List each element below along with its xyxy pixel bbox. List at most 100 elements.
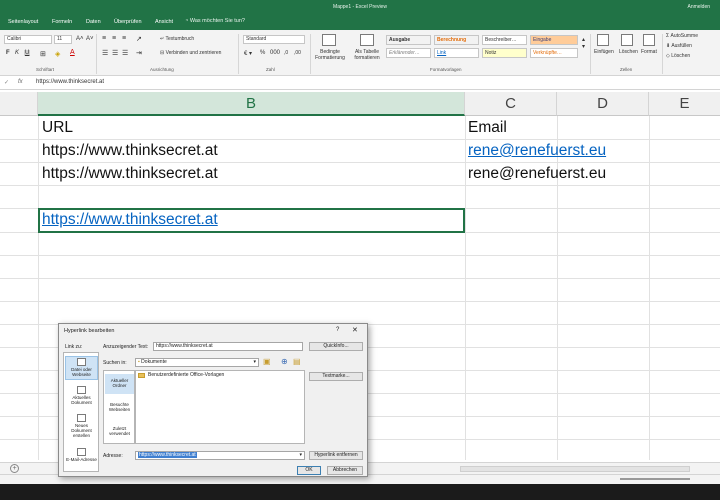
merge-center-button[interactable]: ⊟ Verbinden und zentrieren bbox=[160, 50, 221, 56]
active-cell-selection[interactable] bbox=[38, 208, 465, 233]
style-link[interactable]: Link bbox=[434, 48, 479, 58]
browse-file-icon[interactable]: ▤ bbox=[293, 357, 301, 366]
delete-cells-button[interactable]: Löschen bbox=[619, 49, 638, 55]
cell-b-url[interactable]: https://www.thinksecret.at bbox=[42, 165, 218, 183]
grid-line bbox=[0, 162, 720, 163]
italic-icon[interactable]: K bbox=[15, 50, 19, 56]
underline-icon[interactable]: U bbox=[24, 50, 31, 56]
align-right-icon[interactable]: ☰ bbox=[122, 49, 128, 57]
cell-b-url-header[interactable]: URL bbox=[42, 119, 73, 137]
bold-icon[interactable]: F bbox=[6, 50, 10, 56]
tab-page-layout[interactable]: Seitenlayout bbox=[8, 19, 38, 25]
address-input[interactable]: https://www.thinksecret.at ▾ bbox=[135, 451, 305, 460]
decrease-decimal-icon[interactable]: ,00 bbox=[294, 50, 301, 56]
add-sheet-icon[interactable]: + bbox=[10, 464, 19, 473]
cell-c-email-link[interactable]: rene@renefuerst.eu bbox=[468, 142, 606, 160]
cell-c-email-header[interactable]: Email bbox=[468, 119, 507, 137]
row-header-corner[interactable] bbox=[0, 92, 38, 116]
horizontal-scrollbar[interactable] bbox=[460, 466, 690, 472]
cancel-edit-icon[interactable]: ✓ bbox=[4, 79, 9, 86]
style-berechnung[interactable]: Berechnung bbox=[434, 35, 479, 45]
function-icon[interactable]: fx bbox=[18, 79, 23, 85]
place-current-folder[interactable]: Aktueller Ordner bbox=[105, 374, 134, 394]
cell-b-url[interactable]: https://www.thinksecret.at bbox=[42, 142, 218, 160]
grow-font-icon[interactable]: A˄ bbox=[76, 36, 84, 42]
style-notiz[interactable]: Notiz bbox=[482, 48, 527, 58]
tell-me-box[interactable]: ◔ Was möchten Sie tun? bbox=[185, 18, 245, 24]
tab-formulas[interactable]: Formeln bbox=[52, 19, 72, 25]
link-to-file-or-webpage[interactable]: Datei oder Webseite bbox=[65, 356, 98, 380]
wrap-text-button[interactable]: ↵ Textumbruch bbox=[160, 36, 194, 42]
orientation-icon[interactable]: ↗ bbox=[136, 35, 142, 43]
formula-input[interactable]: https://www.thinksecret.at bbox=[36, 79, 104, 85]
number-format-select[interactable]: Standard bbox=[243, 35, 305, 44]
autosum-button[interactable]: Σ AutoSumme bbox=[666, 33, 698, 39]
chevron-down-icon: ▾ bbox=[253, 359, 256, 365]
group-styles-label: Formatvorlagen bbox=[430, 67, 462, 72]
indent-icon[interactable]: ⇥ bbox=[136, 49, 142, 57]
currency-icon[interactable]: € ▾ bbox=[244, 50, 252, 57]
column-header-d[interactable]: D bbox=[557, 92, 649, 116]
font-size-select[interactable]: 11 bbox=[54, 35, 72, 44]
align-bottom-icon[interactable]: ≡ bbox=[122, 35, 126, 42]
grid-line bbox=[0, 255, 720, 256]
column-header-e[interactable]: E bbox=[649, 92, 720, 116]
remove-link-button[interactable]: Hyperlink entfernen bbox=[309, 451, 363, 460]
place-recent-files[interactable]: Zuletzt verwendet bbox=[105, 422, 134, 442]
cancel-button[interactable]: Abbrechen bbox=[327, 466, 363, 475]
tab-review[interactable]: Überprüfen bbox=[114, 19, 142, 25]
column-header-c[interactable]: C bbox=[465, 92, 557, 116]
insert-cells-button[interactable]: Einfügen bbox=[594, 49, 614, 55]
list-item[interactable]: Benutzerdefinierte Office-Vorlagen bbox=[136, 371, 304, 380]
styles-more-icon[interactable]: ▴ ▾ bbox=[582, 36, 585, 50]
display-text-input[interactable]: https://www.thinksecret.at bbox=[153, 342, 303, 351]
clear-label: Löschen bbox=[671, 53, 691, 59]
place-browsed-pages[interactable]: Besuchte Webseiten bbox=[105, 398, 134, 418]
align-center-icon[interactable]: ☰ bbox=[112, 49, 118, 57]
font-name-select[interactable]: Calibri bbox=[4, 35, 52, 44]
align-top-icon[interactable]: ≡ bbox=[102, 35, 106, 42]
font-color-icon[interactable]: A bbox=[70, 49, 75, 56]
signin-link[interactable]: Anmelden bbox=[687, 4, 710, 10]
link-to-current-document[interactable]: Aktuelles Dokument bbox=[65, 385, 98, 409]
look-in-select[interactable]: ▪ Dokumente ▾ bbox=[135, 358, 259, 367]
zoom-slider[interactable] bbox=[620, 478, 690, 480]
percent-icon[interactable]: % bbox=[260, 50, 265, 56]
globe-file-icon bbox=[77, 358, 86, 366]
tab-view[interactable]: Ansicht bbox=[155, 19, 173, 25]
group-separator bbox=[590, 34, 591, 74]
format-cells-button[interactable]: Format bbox=[641, 49, 657, 55]
ok-button[interactable]: OK bbox=[297, 466, 321, 475]
fill-button[interactable]: ⬇ Ausfüllen bbox=[666, 43, 692, 49]
increase-decimal-icon[interactable]: ,0 bbox=[284, 50, 288, 56]
up-folder-icon[interactable]: ▣ bbox=[263, 357, 271, 366]
cell-c-email[interactable]: rene@renefuerst.eu bbox=[468, 165, 606, 183]
tab-data[interactable]: Daten bbox=[86, 19, 101, 25]
align-middle-icon[interactable]: ≡ bbox=[112, 35, 116, 42]
conditional-formatting-button[interactable]: Bedingte Formatierung bbox=[313, 49, 347, 61]
group-separator bbox=[662, 34, 663, 74]
border-icon[interactable]: ⊞ bbox=[40, 50, 46, 58]
grid-line bbox=[0, 301, 720, 302]
shrink-font-icon[interactable]: A˅ bbox=[86, 36, 94, 42]
style-eingabe[interactable]: Eingabe bbox=[530, 35, 578, 45]
format-as-table-icon bbox=[360, 34, 374, 46]
autosum-label: AutoSumme bbox=[670, 33, 698, 39]
format-as-table-button[interactable]: Als Tabelle formatieren bbox=[350, 49, 384, 61]
clear-button[interactable]: ◇ Löschen bbox=[666, 53, 690, 59]
link-to-new-document[interactable]: Neues Dokument erstellen bbox=[65, 413, 98, 443]
column-header-b[interactable]: B bbox=[38, 92, 465, 116]
thousands-icon[interactable]: 000 bbox=[270, 50, 280, 56]
close-icon[interactable]: ✕ bbox=[352, 326, 358, 334]
quickinfo-button[interactable]: QuickInfo... bbox=[309, 342, 363, 351]
link-to-email[interactable]: E-Mail-Adresse bbox=[65, 447, 98, 469]
style-beschreiber[interactable]: Beschreiber… bbox=[482, 35, 527, 45]
style-ausgabe[interactable]: Ausgabe bbox=[386, 35, 431, 45]
style-verknuepfte[interactable]: Verknüpfte… bbox=[530, 48, 578, 58]
help-button[interactable]: ? bbox=[336, 327, 339, 333]
align-left-icon[interactable]: ☰ bbox=[102, 49, 108, 57]
fill-color-icon[interactable]: ◈ bbox=[55, 50, 60, 58]
browse-web-icon[interactable]: ⊕ bbox=[281, 357, 288, 366]
style-erklaerender[interactable]: Erklärender… bbox=[386, 48, 431, 58]
bookmark-button[interactable]: Textmarke... bbox=[309, 372, 363, 381]
